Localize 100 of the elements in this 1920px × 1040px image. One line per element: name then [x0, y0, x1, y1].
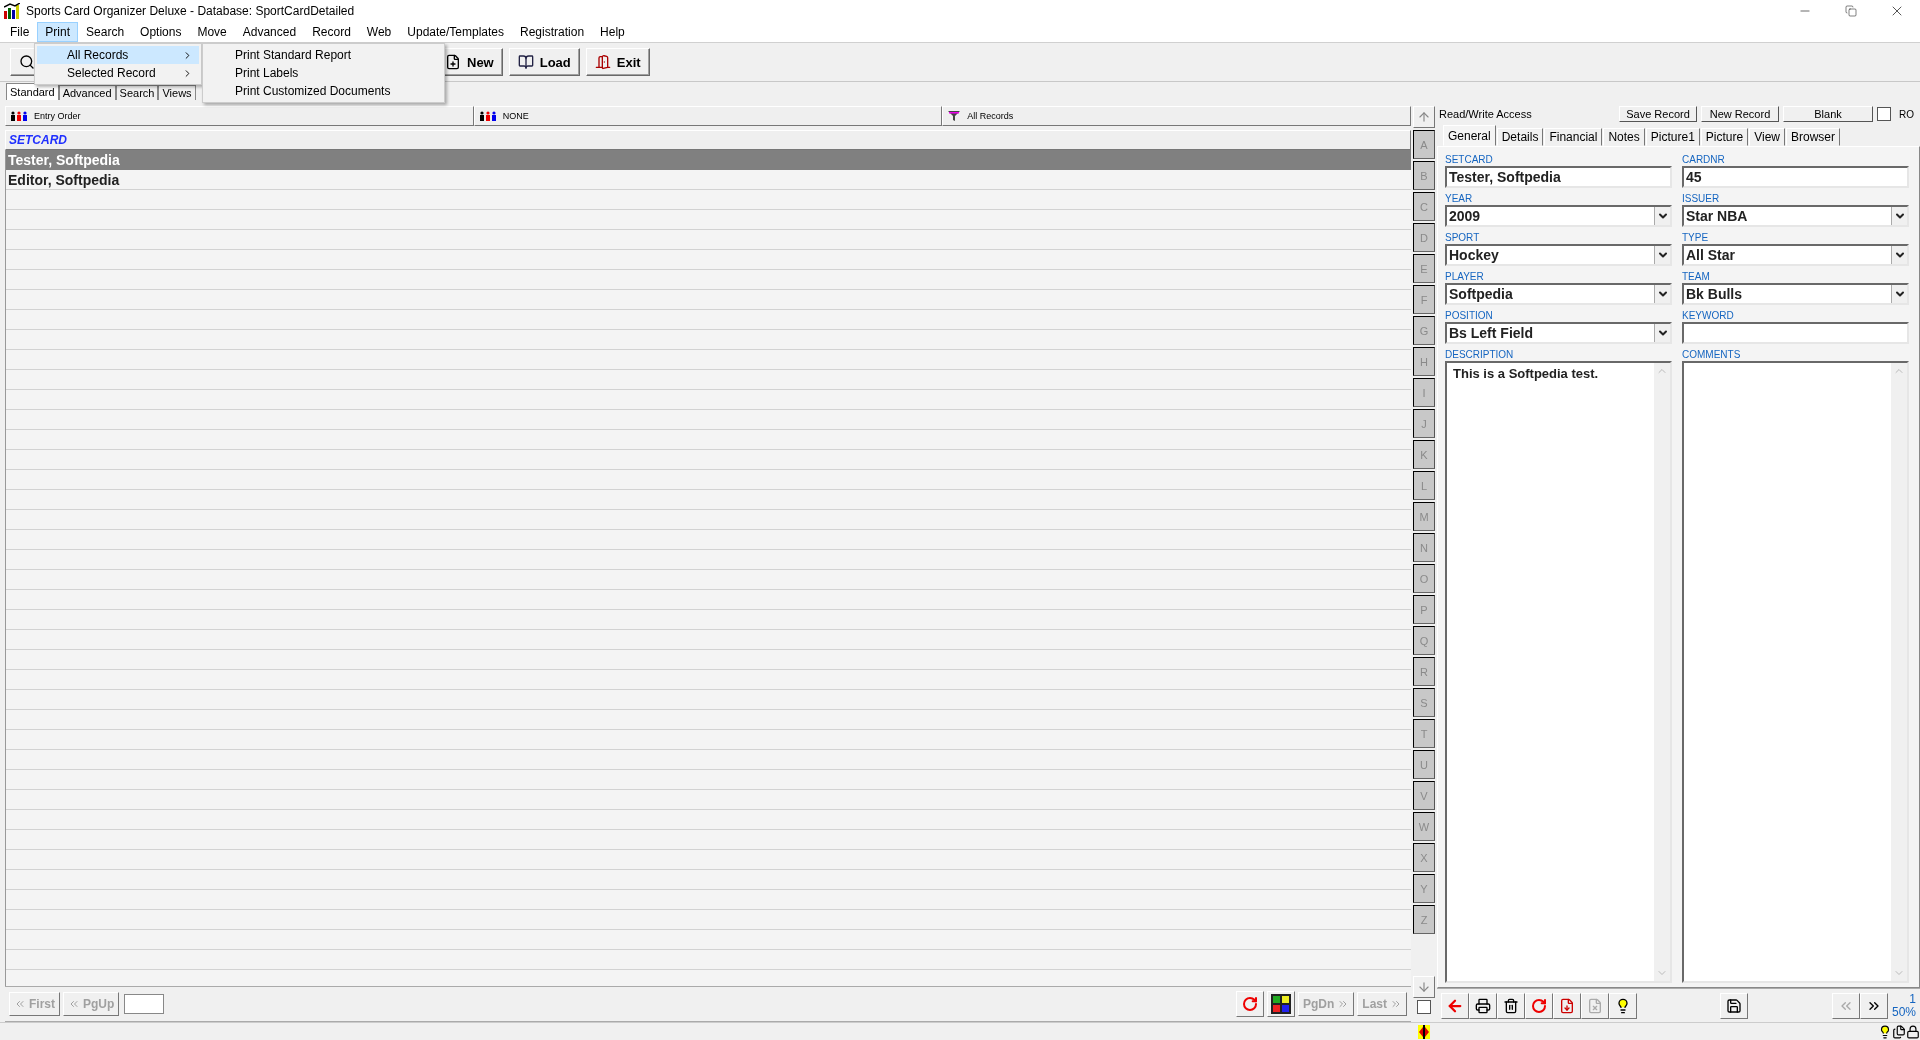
mode-tab[interactable]: Search — [115, 85, 159, 100]
checkbox[interactable] — [1417, 1000, 1431, 1014]
double-chevron-right-icon — [1390, 998, 1402, 1010]
record-tab[interactable]: Picture — [1700, 128, 1749, 146]
field-label: SETCARD — [1445, 153, 1494, 166]
field-label: PLAYER — [1445, 270, 1485, 283]
menu-option[interactable]: Print Customized Documents — [205, 82, 442, 100]
menu-item[interactable]: Print — [37, 22, 79, 42]
refresh-button[interactable] — [1235, 991, 1264, 1017]
print-button[interactable] — [1469, 992, 1497, 1019]
menu-item[interactable]: File — [2, 22, 38, 42]
people-icon — [478, 110, 497, 122]
dropdown-button[interactable] — [1654, 207, 1670, 225]
record-button[interactable]: Save Record — [1619, 106, 1697, 122]
list-row[interactable]: Tester, Softpedia — [6, 150, 1411, 170]
filter-button[interactable]: NONE — [473, 106, 943, 126]
dropdown-button[interactable] — [1654, 246, 1670, 264]
record-tab[interactable]: Financial — [1544, 128, 1603, 146]
record-tab[interactable]: Browser — [1785, 128, 1840, 146]
field-label: DESCRIPTION — [1445, 348, 1515, 361]
memo-field[interactable]: This is a Softpedia test. — [1445, 361, 1672, 983]
scroll-down-button[interactable] — [1413, 976, 1435, 998]
sort-order-button[interactable]: Entry Order — [5, 106, 474, 126]
record-tab[interactable]: Details — [1496, 128, 1544, 146]
save-button[interactable] — [1720, 992, 1749, 1019]
page-input[interactable] — [124, 994, 165, 1014]
text-field[interactable]: 45 — [1682, 166, 1909, 188]
app-icon — [4, 3, 20, 19]
lightbulb-button[interactable] — [1609, 992, 1637, 1019]
field-label: POSITION — [1445, 309, 1494, 322]
dropdown-button[interactable] — [1654, 285, 1670, 303]
field-label: TEAM — [1682, 270, 1711, 283]
record-tab[interactable]: General — [1443, 125, 1496, 146]
ro-checkbox[interactable] — [1877, 107, 1891, 121]
menu-item[interactable]: Options — [132, 22, 190, 42]
combo-box[interactable]: 2009 — [1445, 205, 1672, 227]
menu-option[interactable]: All Records — [37, 46, 199, 64]
text-field[interactable]: Tester, Softpedia — [1445, 166, 1672, 188]
record-tab[interactable]: Picture1 — [1645, 128, 1700, 146]
mode-tab[interactable]: Views — [158, 85, 196, 100]
field-label: ISSUER — [1682, 192, 1721, 205]
previous-button[interactable] — [1831, 992, 1860, 1019]
scroll-up-button[interactable] — [1413, 106, 1435, 128]
dropdown-button[interactable] — [1654, 324, 1670, 342]
field-label: COMMENTS — [1682, 348, 1742, 361]
menu-item[interactable]: Record — [304, 22, 359, 42]
memo-field[interactable] — [1682, 361, 1909, 983]
double-chevron-left-icon — [68, 998, 80, 1010]
menu-item[interactable]: Registration — [512, 22, 593, 42]
menu-item[interactable]: Web — [358, 22, 400, 42]
restore-icon — [1845, 5, 1857, 17]
search-icon — [19, 54, 35, 70]
remove-document-button[interactable] — [1581, 992, 1609, 1019]
pages-icon[interactable] — [1892, 1024, 1906, 1039]
refresh-button[interactable] — [1525, 992, 1553, 1019]
combo-box[interactable]: Star NBA — [1682, 205, 1909, 227]
dropdown-button[interactable] — [1891, 246, 1907, 264]
export-button[interactable] — [1553, 992, 1581, 1019]
combo-box[interactable]: All Star — [1682, 244, 1909, 266]
people-icon — [10, 110, 28, 122]
menu-item[interactable]: Move — [189, 22, 235, 42]
lightbulb-icon — [1615, 997, 1631, 1014]
trash-icon — [1503, 997, 1519, 1014]
menu-item[interactable]: Advanced — [234, 22, 305, 42]
menu-item[interactable]: Search — [78, 22, 133, 42]
combo-box[interactable]: Softpedia — [1445, 283, 1672, 305]
combo-box[interactable]: Hockey — [1445, 244, 1672, 266]
record-number: 1 — [1909, 992, 1916, 1006]
mode-tab[interactable]: Advanced — [58, 85, 116, 100]
record-tab[interactable]: View — [1749, 128, 1785, 146]
record-tab[interactable]: Notes — [1603, 128, 1645, 146]
back-button[interactable] — [1441, 992, 1469, 1019]
record-button[interactable]: New Record — [1701, 106, 1779, 122]
document-icon — [445, 54, 461, 70]
double-chevron-left-icon — [14, 998, 26, 1010]
field-label: CARDNR — [1682, 153, 1726, 166]
field-label: SPORT — [1445, 231, 1481, 244]
record-button[interactable]: Blank — [1783, 106, 1873, 122]
text-field[interactable] — [1682, 322, 1909, 344]
menu-option[interactable]: Selected Record — [37, 64, 199, 82]
next-button[interactable] — [1859, 992, 1888, 1019]
dropdown-button[interactable] — [1891, 207, 1907, 225]
lock-icon[interactable] — [1906, 1024, 1920, 1039]
splitter-icon[interactable] — [1418, 1024, 1430, 1039]
dropdown-button[interactable] — [1891, 285, 1907, 303]
field-label: YEAR — [1445, 192, 1474, 205]
toolbar-button[interactable]: Exit — [585, 48, 650, 76]
combo-box[interactable]: Bs Left Field — [1445, 322, 1672, 344]
lightbulb-icon[interactable] — [1878, 1024, 1892, 1039]
menu-item[interactable]: Update/Templates — [399, 22, 513, 42]
menu-item[interactable]: Help — [592, 22, 633, 42]
arrow-down-icon — [1417, 980, 1431, 994]
list-row[interactable]: Editor, Softpedia — [6, 170, 1411, 190]
combo-box[interactable]: Bk Bulls — [1682, 283, 1909, 305]
mode-tab[interactable]: Standard — [6, 83, 59, 100]
delete-button[interactable] — [1497, 992, 1525, 1019]
toolbar-button[interactable]: Load — [508, 48, 580, 76]
grid-button[interactable] — [1266, 991, 1295, 1017]
scope-button[interactable]: All Records — [942, 106, 1411, 126]
document-download-icon — [1559, 997, 1575, 1014]
